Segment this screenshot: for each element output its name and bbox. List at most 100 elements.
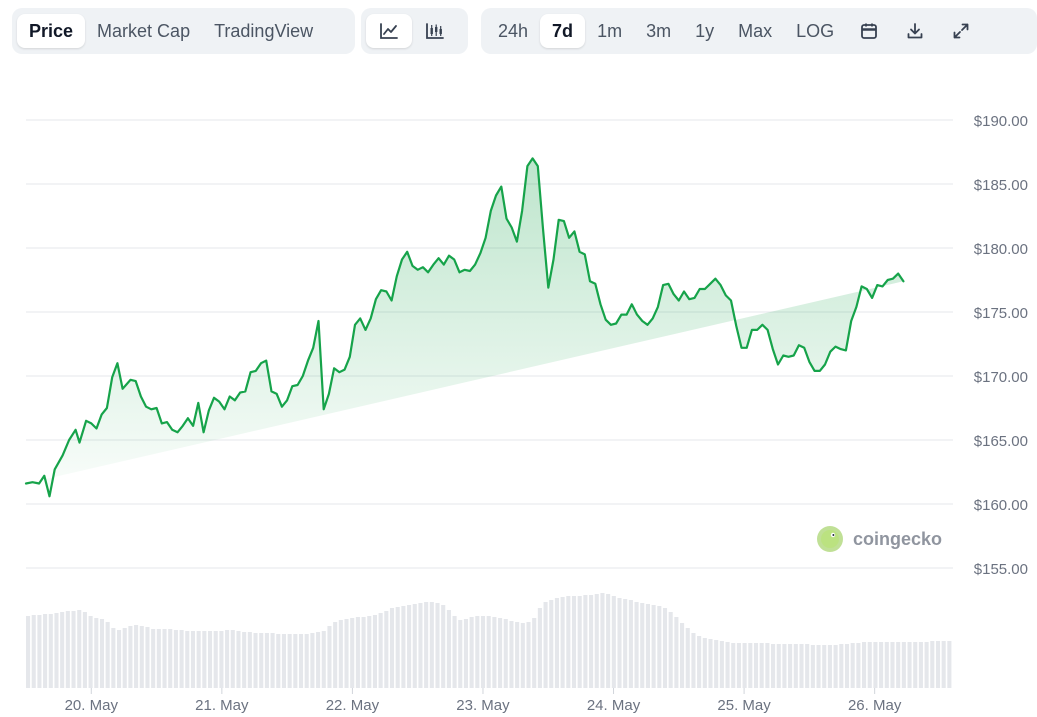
- y-tick-label: $170.00: [974, 369, 1028, 386]
- x-tick-label: 23. May: [456, 697, 510, 714]
- volume-bar: [429, 602, 434, 688]
- volume-bar: [782, 644, 787, 688]
- volume-bar: [515, 622, 520, 688]
- volume-bar: [469, 617, 474, 688]
- y-tick-label: $175.00: [974, 305, 1028, 322]
- volume-bar: [82, 612, 87, 688]
- volume-bar: [577, 596, 582, 688]
- volume-bar: [389, 608, 395, 688]
- volume-bar: [225, 630, 230, 688]
- volume-bar: [287, 634, 292, 688]
- volume-bars: [26, 593, 952, 688]
- volume-bar: [350, 618, 355, 688]
- watermark-text: coingecko: [853, 529, 942, 549]
- x-axis: 20. May 21. May 22. May 23. May 24. May 25. M…: [65, 688, 902, 714]
- volume-bar: [827, 645, 832, 688]
- gecko-logo-icon: [817, 526, 843, 552]
- volume-bar: [407, 605, 412, 688]
- volume-bar: [37, 615, 42, 688]
- volume-bar: [520, 623, 525, 688]
- volume-bar: [498, 618, 503, 688]
- volume-bar: [367, 616, 372, 688]
- volume-bar: [839, 644, 844, 688]
- volume-bar: [685, 628, 690, 688]
- volume-bar: [236, 631, 241, 688]
- volume-bar: [805, 644, 810, 688]
- volume-bar: [441, 605, 446, 688]
- volume-bar: [71, 611, 76, 688]
- volume-bar: [116, 630, 122, 688]
- volume-bar: [298, 634, 304, 688]
- price-area-fill: [26, 158, 904, 497]
- volume-bar: [230, 630, 235, 688]
- volume-bar: [748, 643, 753, 688]
- volume-bar: [435, 603, 440, 688]
- volume-bar: [799, 644, 804, 688]
- volume-bar: [628, 600, 633, 688]
- volume-bar: [304, 634, 309, 688]
- x-tick-label: 22. May: [326, 697, 380, 714]
- volume-bar: [856, 643, 861, 688]
- price-chart[interactable]: $190.00 $185.00 $180.00 $175.00 $170.00 $165.…: [0, 0, 1037, 717]
- volume-bar: [645, 604, 650, 688]
- volume-bar: [657, 606, 662, 688]
- volume-bar: [503, 619, 508, 688]
- volume-bar: [486, 616, 491, 688]
- volume-bar: [333, 622, 338, 688]
- volume-bar: [862, 642, 867, 688]
- volume-bar: [475, 616, 480, 688]
- volume-bar: [714, 640, 719, 688]
- volume-bar: [691, 633, 696, 688]
- volume-bar: [526, 622, 531, 688]
- volume-bar: [935, 641, 941, 688]
- volume-bar: [571, 596, 577, 688]
- volume-bar: [31, 615, 36, 688]
- volume-bar: [196, 631, 201, 688]
- volume-bar: [327, 626, 332, 688]
- volume-bar: [156, 629, 161, 688]
- volume-bar: [731, 643, 736, 688]
- x-tick-label: 25. May: [717, 697, 771, 714]
- volume-bar: [594, 594, 599, 688]
- volume-bar: [850, 643, 855, 688]
- volume-bar: [543, 602, 548, 688]
- volume-bar: [77, 610, 82, 688]
- volume-bar: [207, 631, 213, 688]
- volume-bar: [355, 617, 360, 688]
- volume-bar: [810, 645, 815, 688]
- volume-bar: [185, 631, 190, 688]
- volume-bar: [867, 642, 872, 688]
- volume-bar: [480, 616, 486, 688]
- volume-bar: [264, 633, 269, 688]
- volume-bar: [281, 634, 287, 688]
- volume-bar: [947, 641, 952, 688]
- volume-bar: [844, 644, 850, 688]
- volume-bar: [771, 644, 776, 688]
- volume-bar: [134, 625, 139, 688]
- volume-bar: [338, 620, 343, 688]
- volume-bar: [26, 616, 31, 688]
- volume-bar: [378, 613, 383, 688]
- volume-bar: [884, 642, 889, 688]
- volume-bar: [372, 615, 378, 688]
- x-tick-label: 24. May: [587, 697, 641, 714]
- volume-bar: [788, 644, 793, 688]
- volume-bar: [247, 632, 252, 688]
- volume-bar: [816, 645, 821, 688]
- volume-bar: [611, 596, 616, 688]
- y-tick-label: $185.00: [974, 177, 1028, 194]
- volume-bar: [253, 633, 258, 688]
- y-tick-label: $165.00: [974, 433, 1028, 450]
- volume-bar: [680, 623, 685, 688]
- volume-bar: [566, 596, 571, 688]
- volume-bar: [708, 639, 713, 688]
- volume-bar: [702, 638, 707, 688]
- volume-bar: [105, 622, 110, 688]
- volume-bar: [99, 619, 105, 688]
- volume-bar: [111, 628, 116, 688]
- coingecko-watermark: coingecko: [817, 526, 942, 552]
- volume-bar: [65, 611, 70, 688]
- volume-bar: [822, 645, 827, 688]
- volume-bar: [128, 626, 133, 688]
- volume-bar: [54, 613, 59, 688]
